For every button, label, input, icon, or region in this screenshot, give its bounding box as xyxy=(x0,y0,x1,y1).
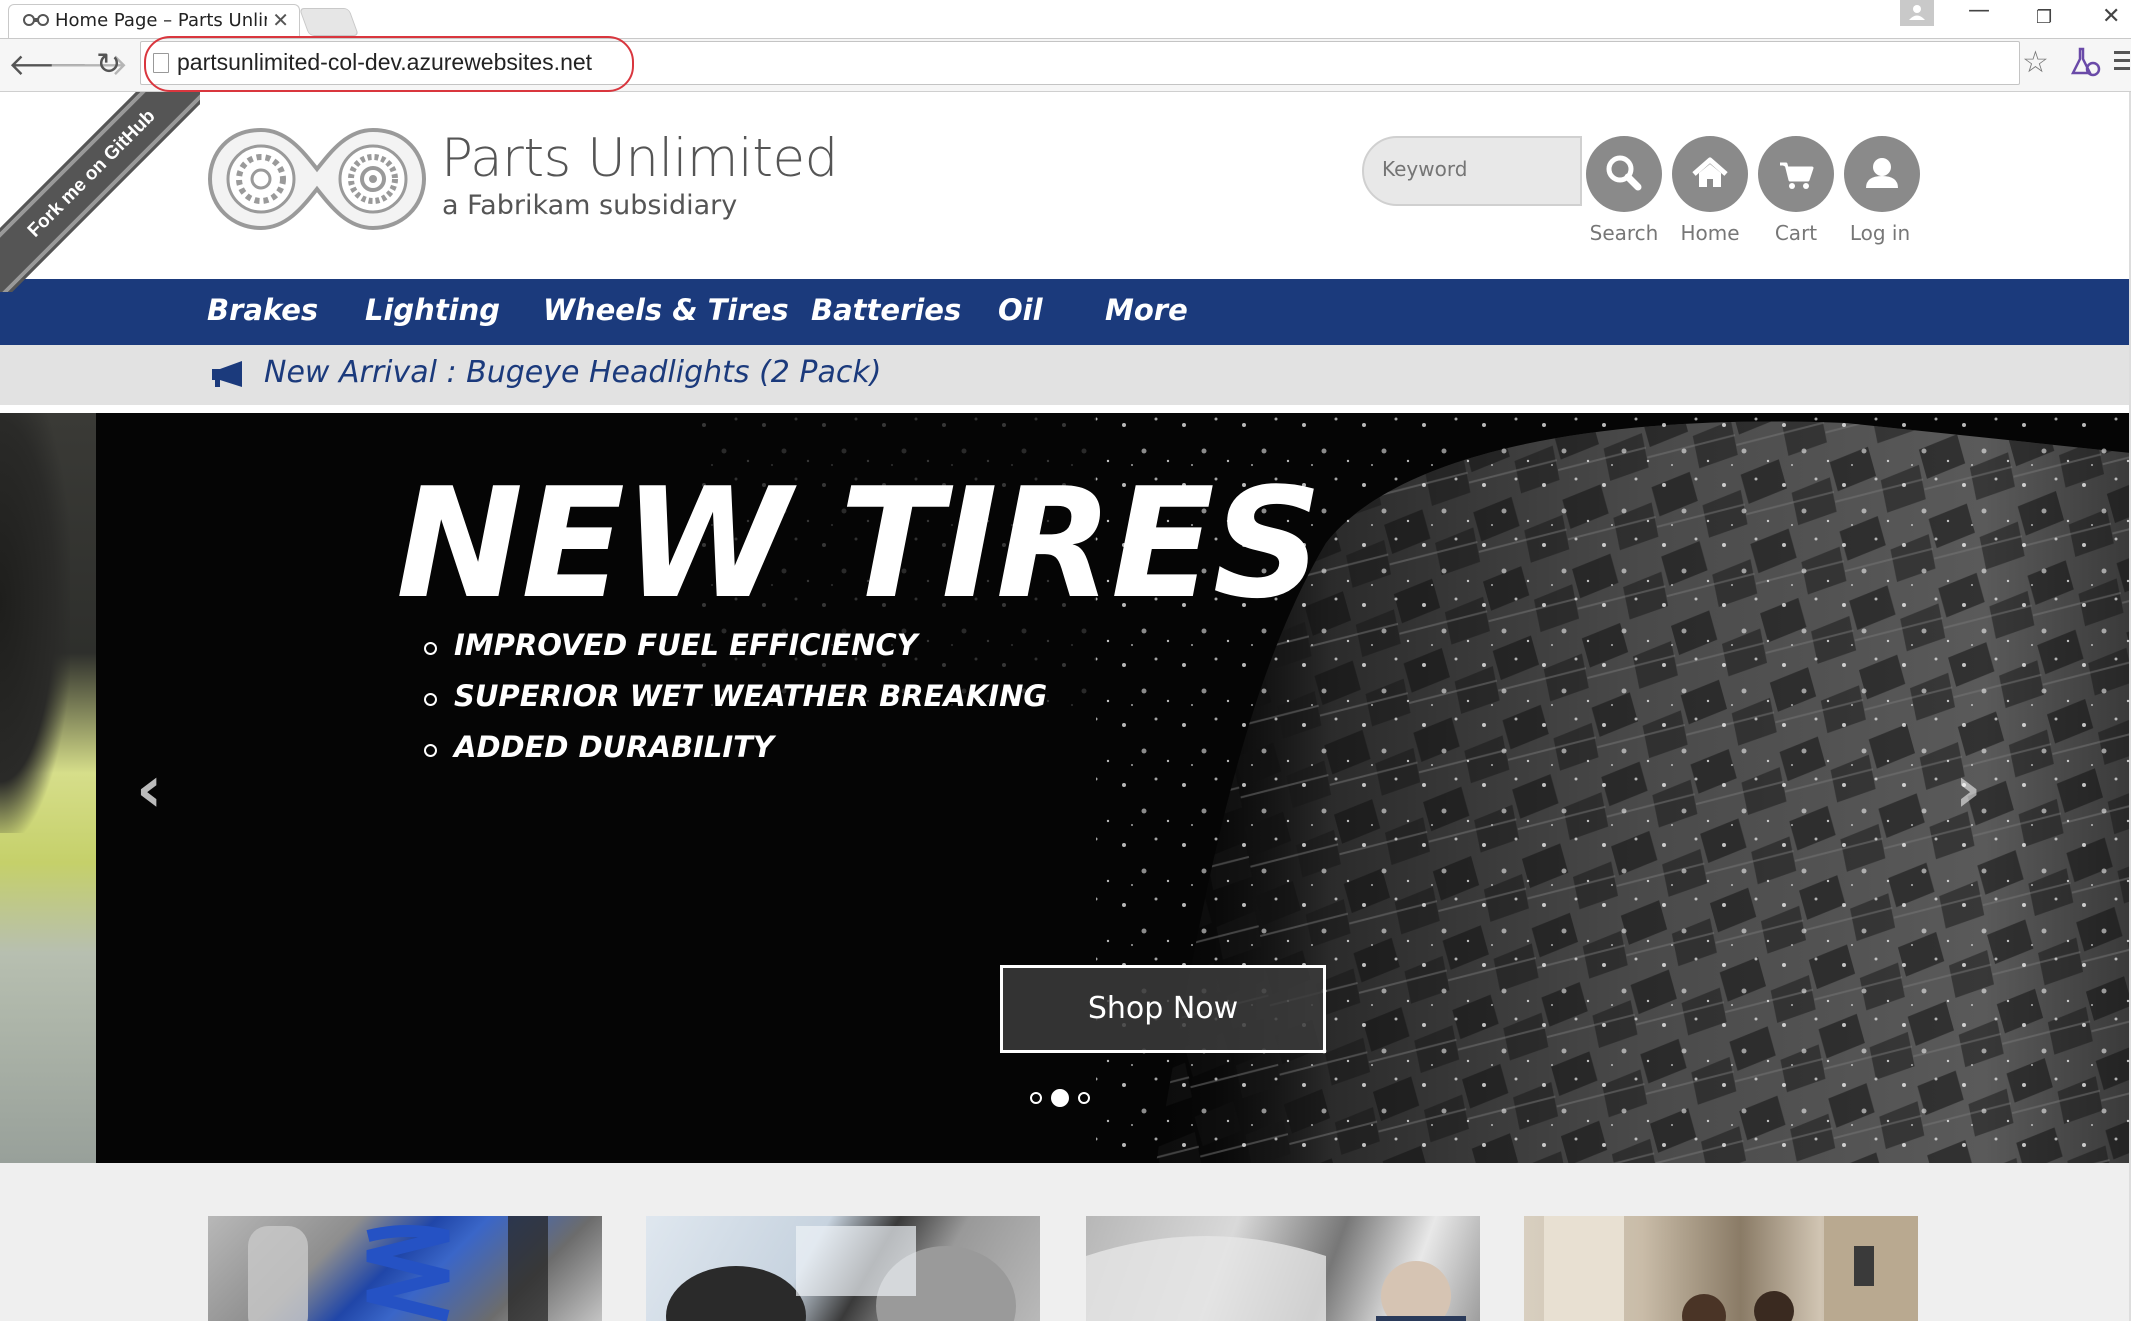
minimize-icon[interactable]: — xyxy=(1968,0,1990,23)
slide-title: NEW TIRES xyxy=(396,455,1322,632)
parts-unlimited-logo xyxy=(207,127,427,231)
category-nav: Brakes Lighting Wheels & Tires Batteries… xyxy=(0,279,2131,345)
home-button[interactable] xyxy=(1672,136,1748,212)
carousel-dot-2[interactable] xyxy=(1051,1089,1069,1107)
previous-slide-peek xyxy=(0,413,96,1163)
new-tab-button[interactable] xyxy=(298,8,360,36)
search-button[interactable] xyxy=(1586,136,1662,212)
login-label[interactable]: Log in xyxy=(1830,221,1930,245)
search-label[interactable]: Search xyxy=(1574,221,1674,245)
tab-title: Home Page – Parts Unlimi xyxy=(55,10,267,31)
github-ribbon[interactable]: Fork me on GitHub xyxy=(0,92,200,292)
user-icon xyxy=(1866,158,1898,188)
brand-tagline: a Fabrikam subsidiary xyxy=(442,190,738,221)
nav-item-lighting[interactable]: Lighting xyxy=(365,293,500,327)
extension-flask-icon[interactable] xyxy=(2068,45,2102,79)
window-close-icon[interactable]: ✕ xyxy=(2102,4,2120,29)
announcement-bar: New Arrival : Bugeye Headlights (2 Pack) xyxy=(0,345,2131,405)
slide-bullet: IMPROVED FUEL EFFICIENCY xyxy=(424,628,1047,679)
nav-item-oil[interactable]: Oil xyxy=(998,293,1043,327)
reload-icon[interactable]: ↻ xyxy=(96,47,121,82)
nav-item-brakes[interactable]: Brakes xyxy=(207,293,318,327)
shop-now-button[interactable]: Shop Now xyxy=(1000,965,1326,1053)
product-tile[interactable] xyxy=(646,1216,1040,1321)
carousel-slide: NEW TIRES IMPROVED FUEL EFFICIENCY SUPER… xyxy=(96,413,2131,1163)
product-tile[interactable] xyxy=(1086,1216,1480,1321)
product-tile[interactable] xyxy=(1524,1216,1918,1321)
nav-item-batteries[interactable]: Batteries xyxy=(811,293,961,327)
product-tiles xyxy=(0,1163,2131,1321)
search-input[interactable] xyxy=(1380,156,1574,182)
hero-carousel: NEW TIRES IMPROVED FUEL EFFICIENCY SUPER… xyxy=(0,413,2131,1163)
chevron-left-icon[interactable]: ‹ xyxy=(136,753,162,827)
home-icon xyxy=(1692,157,1728,187)
slide-bullets: IMPROVED FUEL EFFICIENCY SUPERIOR WET WE… xyxy=(424,628,1047,781)
product-tile[interactable] xyxy=(208,1216,602,1321)
carousel-dot-3[interactable] xyxy=(1078,1092,1090,1104)
tab-close-icon[interactable]: ✕ xyxy=(272,8,289,32)
search-box[interactable] xyxy=(1362,136,1582,206)
nav-item-more[interactable]: More xyxy=(1105,293,1188,327)
brand-name[interactable]: Parts Unlimited xyxy=(441,128,838,189)
search-icon xyxy=(1606,155,1642,191)
carousel-indicators xyxy=(1030,1089,1100,1109)
home-label[interactable]: Home xyxy=(1660,221,1760,245)
github-ribbon-label[interactable]: Fork me on GitHub xyxy=(0,92,200,292)
browser-tabstrip: Home Page – Parts Unlimi ✕ — ❐ ✕ xyxy=(0,0,2131,39)
site-header: Fork me on GitHub Parts Unlimited a Fabr… xyxy=(0,92,2131,292)
chevron-right-icon[interactable]: › xyxy=(1955,753,1981,827)
profile-icon[interactable] xyxy=(1900,0,1934,26)
carousel-dot-1[interactable] xyxy=(1030,1092,1042,1104)
url-highlight-annotation xyxy=(144,36,634,92)
site-favicon-icon xyxy=(23,14,49,26)
web-page: Fork me on GitHub Parts Unlimited a Fabr… xyxy=(0,92,2131,1321)
announcement-text[interactable]: New Arrival : Bugeye Headlights (2 Pack) xyxy=(264,355,881,390)
browser-menu-icon[interactable] xyxy=(2114,51,2130,75)
cart-button[interactable] xyxy=(1758,136,1834,212)
slide-bullet: ADDED DURABILITY xyxy=(424,730,1047,781)
cart-icon xyxy=(1780,162,1814,189)
nav-item-wheels-tires[interactable]: Wheels & Tires xyxy=(543,293,789,327)
slide-bullet: SUPERIOR WET WEATHER BREAKING xyxy=(424,679,1047,730)
login-button[interactable] xyxy=(1844,136,1920,212)
megaphone-icon xyxy=(212,361,242,387)
browser-tab[interactable]: Home Page – Parts Unlimi ✕ xyxy=(8,4,300,38)
restore-icon[interactable]: ❐ xyxy=(2036,7,2052,28)
bookmark-star-icon[interactable]: ☆ xyxy=(2022,45,2049,80)
